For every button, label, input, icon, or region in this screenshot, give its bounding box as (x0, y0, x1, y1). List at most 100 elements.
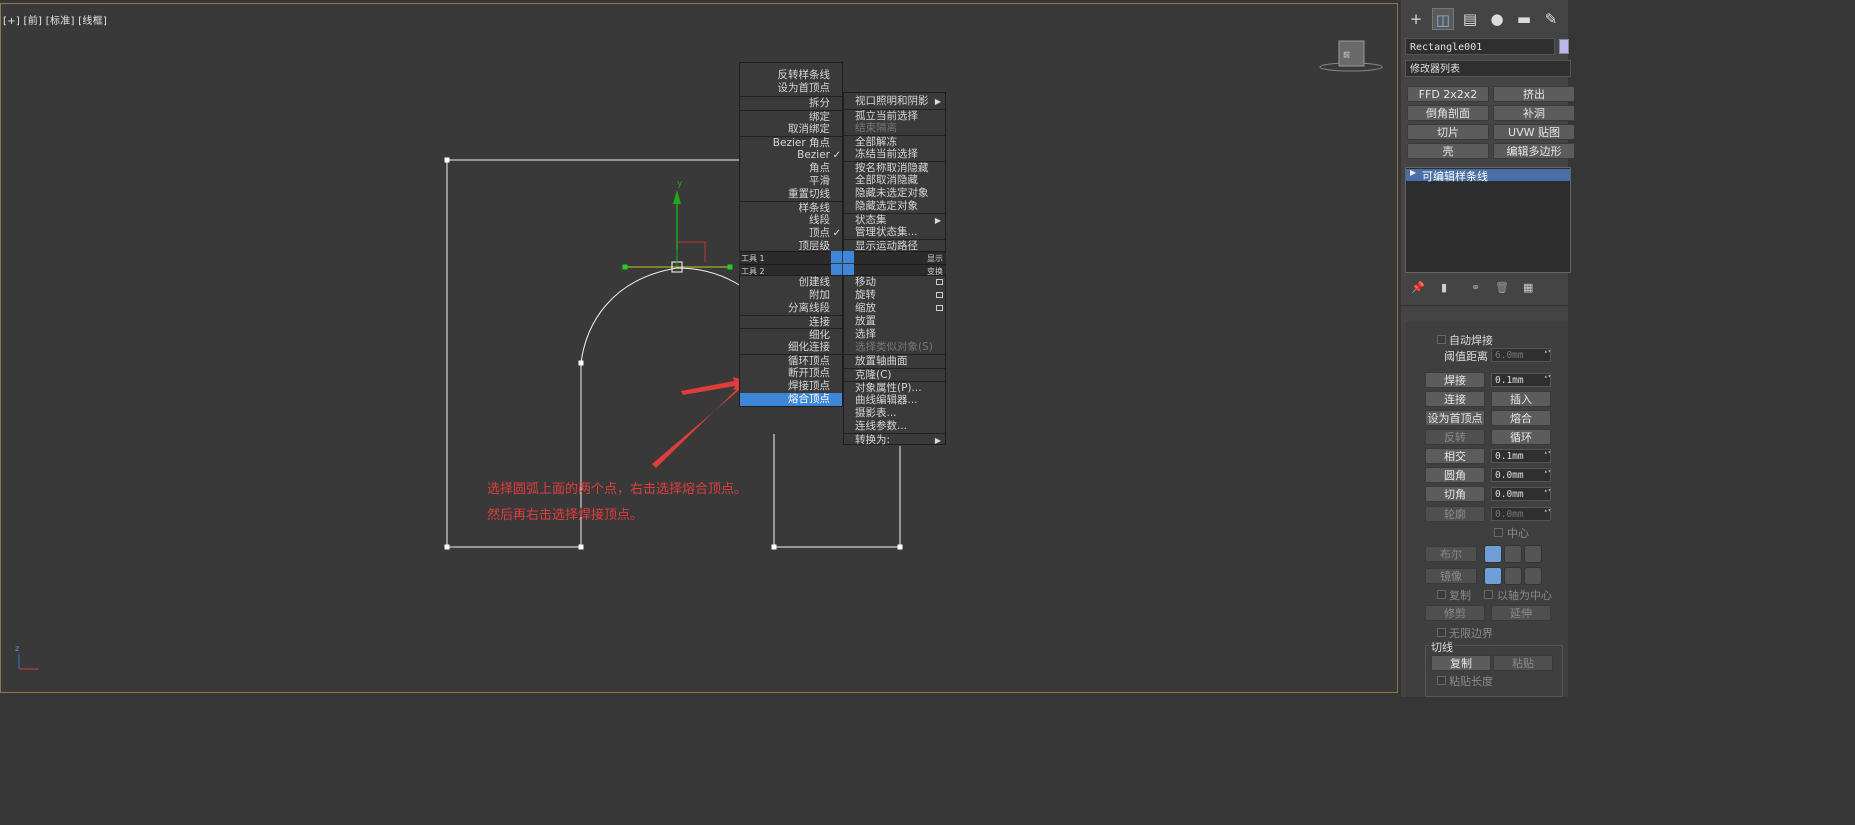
menu-item-hide-selection[interactable]: 隐藏选定对象 (844, 200, 945, 213)
menu-item-place-pivot-surface[interactable]: 放置轴曲面 (844, 354, 945, 368)
paste-length-checkbox[interactable] (1437, 676, 1446, 685)
boolean-subtract-icon[interactable] (1504, 545, 1522, 563)
chamfer-spinner[interactable]: 0.0mm (1491, 487, 1551, 501)
object-color-swatch[interactable] (1559, 39, 1569, 54)
boolean-button[interactable]: 布尔 (1425, 546, 1477, 562)
pin-stack-icon[interactable]: 📌 (1411, 281, 1425, 294)
extend-button[interactable]: 延伸 (1491, 605, 1551, 621)
menu-item-smooth[interactable]: 平滑 (740, 175, 842, 188)
hierarchy-tab-icon[interactable]: ▤ (1459, 8, 1481, 30)
mirror-vertical-icon[interactable] (1504, 567, 1522, 585)
threshold-spinner[interactable]: 6.0mm (1491, 348, 1551, 362)
motion-tab-icon[interactable]: ● (1486, 8, 1508, 30)
menu-item-detach-segment[interactable]: 分离线段 (740, 302, 842, 315)
menu-item-manage-state-sets[interactable]: 管理状态集... (844, 226, 945, 239)
tool1-right-bar[interactable]: 显示 (854, 251, 946, 264)
weld-button[interactable]: 焊接 (1425, 372, 1485, 388)
menu-item-dope-sheet[interactable]: 摄影表... (844, 407, 945, 420)
menu-item-scale[interactable]: 缩放 (844, 302, 945, 315)
create-tab-icon[interactable]: + (1405, 8, 1427, 30)
show-end-result-icon[interactable]: ▮ (1441, 281, 1447, 294)
center-checkbox[interactable] (1494, 528, 1503, 537)
menu-item-unhide-all[interactable]: 全部取消隐藏 (844, 174, 945, 187)
menu-item-bezier-corner[interactable]: Bezier 角点 (740, 136, 842, 150)
edit-poly-button[interactable]: 编辑多边形 (1493, 143, 1575, 159)
menu-item-viewport-lighting[interactable]: 视口照明和阴影 ▶ (844, 95, 945, 108)
slice-button[interactable]: 切片 (1407, 124, 1489, 140)
utilities-tab-icon[interactable]: ✎ (1540, 8, 1562, 30)
outline-spinner[interactable]: 0.0mm (1491, 507, 1551, 521)
intersect-spinner[interactable]: 0.1mm (1491, 449, 1551, 463)
menu-item-segment[interactable]: 线段 (740, 214, 842, 227)
mirror-both-icon[interactable] (1524, 567, 1542, 585)
shell-button[interactable]: 壳 (1407, 143, 1489, 159)
outline-button[interactable]: 轮廓 (1425, 506, 1485, 522)
menu-item-make-first[interactable]: 设为首顶点 (740, 82, 842, 95)
menu-item-curve-editor[interactable]: 曲线编辑器... (844, 394, 945, 407)
menu-item-attach[interactable]: 附加 (740, 289, 842, 302)
menu-item-refine[interactable]: 细化 (740, 328, 842, 342)
viewport[interactable]: [+] [前] [标准] [线框] y 前 z 选择圆弧上面的两个点，右击选择熔… (0, 3, 1398, 693)
fillet-button[interactable]: 圆角 (1425, 467, 1485, 483)
menu-item-unbind[interactable]: 取消绑定 (740, 123, 842, 136)
copy-checkbox[interactable] (1437, 590, 1446, 599)
fuse-button[interactable]: 熔合 (1491, 410, 1551, 426)
menu-item-object-properties[interactable]: 对象属性(P)... (844, 381, 945, 395)
mirror-button[interactable]: 镜像 (1425, 568, 1477, 584)
menu-item-select[interactable]: 选择 (844, 328, 945, 341)
menu-item-freeze-selection[interactable]: 冻结当前选择 (844, 148, 945, 161)
configure-modifier-sets-icon[interactable]: ▦ (1523, 281, 1533, 294)
menu-item-fuse-vertices[interactable]: 熔合顶点 (740, 393, 842, 406)
menu-item-reverse-spline[interactable]: 反转样条线 (740, 69, 842, 82)
ffd-button[interactable]: FFD 2x2x2 (1407, 86, 1489, 102)
cross-insert-button[interactable]: 相交 (1425, 448, 1485, 464)
menu-item-move[interactable]: 移动 (844, 276, 945, 289)
remove-modifier-icon[interactable]: 🗑 (1495, 281, 1509, 294)
weld-spinner[interactable]: 0.1mm (1491, 373, 1551, 387)
menu-item-vertex[interactable]: 顶点 ✓ (740, 227, 842, 240)
mirror-horizontal-icon[interactable] (1484, 567, 1502, 585)
chamfer-button[interactable]: 切角 (1425, 486, 1485, 502)
menu-item-wire-parameters[interactable]: 连线参数... (844, 420, 945, 433)
menu-item-break-vertices[interactable]: 断开顶点 (740, 367, 842, 380)
object-name-field[interactable]: Rectangle001 (1405, 38, 1555, 55)
menu-item-create-line[interactable]: 创建线 (740, 276, 842, 289)
uvw-map-button[interactable]: UVW 贴图 (1493, 124, 1575, 140)
menu-item-unfreeze-all[interactable]: 全部解冻 (844, 135, 945, 149)
connect-button[interactable]: 连接 (1425, 391, 1485, 407)
cap-holes-button[interactable]: 补洞 (1493, 105, 1575, 121)
modify-tab-icon[interactable]: ◫ (1432, 8, 1454, 30)
reverse-button[interactable]: 反转 (1425, 429, 1485, 445)
extrude-button[interactable]: 挤出 (1493, 86, 1575, 102)
expand-arrow-icon[interactable]: ▶ (1410, 168, 1416, 177)
settings-box-icon[interactable] (936, 292, 943, 298)
menu-item-bind[interactable]: 绑定 (740, 110, 842, 124)
menu-item-weld-vertices[interactable]: 焊接顶点 (740, 380, 842, 393)
menu-item-select-similar[interactable]: 选择类似对象(S) (844, 341, 945, 354)
menu-item-hide-unselected[interactable]: 隐藏未选定对象 (844, 187, 945, 200)
menu-item-corner[interactable]: 角点 (740, 162, 842, 175)
menu-item-state-sets[interactable]: 状态集 ▶ (844, 213, 945, 227)
boolean-union-icon[interactable] (1484, 545, 1502, 563)
boolean-intersect-icon[interactable] (1524, 545, 1542, 563)
insert-button[interactable]: 插入 (1491, 391, 1551, 407)
menu-item-cycle-vertices[interactable]: 循环顶点 (740, 354, 842, 368)
menu-item-rotate[interactable]: 旋转 (844, 289, 945, 302)
menu-item-end-isolate[interactable]: 结束隔离 (844, 122, 945, 135)
make-first-button[interactable]: 设为首顶点 (1425, 410, 1485, 426)
menu-item-clone[interactable]: 克隆(C) (844, 368, 945, 382)
modifier-list-dropdown[interactable]: 修改器列表 (1405, 60, 1571, 77)
menu-item-bezier[interactable]: Bezier ✓ (740, 149, 842, 162)
menu-item-connect[interactable]: 连接 (740, 315, 842, 329)
tangent-copy-button[interactable]: 复制 (1431, 655, 1491, 671)
menu-item-reset-tangents[interactable]: 重置切线 (740, 188, 842, 201)
quad-center-icon[interactable] (831, 251, 854, 277)
infinite-bounds-checkbox[interactable] (1437, 628, 1446, 637)
make-unique-icon[interactable]: ⚭ (1471, 281, 1480, 294)
menu-item-refine-connect[interactable]: 细化连接 (740, 341, 842, 354)
auto-weld-checkbox[interactable] (1437, 335, 1446, 344)
bevel-profile-button[interactable]: 倒角剖面 (1407, 105, 1489, 121)
menu-item-isolate[interactable]: 孤立当前选择 (844, 109, 945, 123)
settings-box-icon[interactable] (936, 279, 943, 285)
settings-box-icon[interactable] (936, 305, 943, 311)
